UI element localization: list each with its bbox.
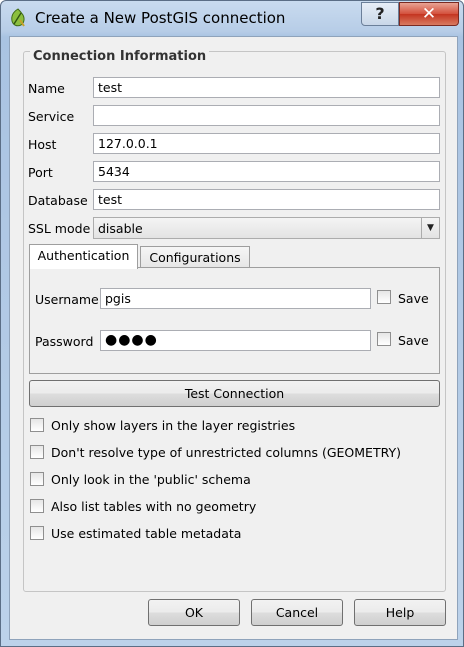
tab-authentication[interactable]: Authentication bbox=[29, 244, 138, 269]
option-label: Also list tables with no geometry bbox=[51, 499, 257, 514]
dialog-body: Connection Information Name test Service… bbox=[9, 36, 458, 640]
option-checkbox[interactable] bbox=[30, 418, 44, 432]
option-label: Don't resolve type of unrestricted colum… bbox=[51, 445, 401, 460]
test-connection-button[interactable]: Test Connection bbox=[29, 380, 440, 407]
save-username-checkbox[interactable] bbox=[377, 290, 391, 304]
option-label: Only look in the 'public' schema bbox=[51, 472, 251, 487]
window-title: Create a New PostGIS connection bbox=[35, 9, 286, 27]
save-username-label: Save bbox=[398, 291, 429, 306]
cancel-button[interactable]: Cancel bbox=[251, 599, 343, 626]
option-label: Only show layers in the layer registries bbox=[51, 418, 296, 433]
name-field[interactable]: test bbox=[93, 77, 440, 98]
port-field[interactable]: 5434 bbox=[93, 161, 440, 182]
host-field[interactable]: 127.0.0.1 bbox=[93, 133, 440, 154]
host-label: Host bbox=[28, 137, 57, 152]
port-label: Port bbox=[28, 165, 53, 180]
title-help-button[interactable]: ? bbox=[361, 2, 399, 26]
help-button[interactable]: Help bbox=[354, 599, 446, 626]
ok-button[interactable]: OK bbox=[148, 599, 240, 626]
option-checkbox[interactable] bbox=[30, 499, 44, 513]
password-label: Password bbox=[35, 334, 94, 349]
auth-tab-panel bbox=[29, 267, 440, 374]
save-password-label: Save bbox=[398, 333, 429, 348]
close-button[interactable]: ✕ bbox=[399, 2, 459, 26]
username-label: Username bbox=[35, 292, 99, 307]
database-label: Database bbox=[28, 193, 88, 208]
save-password-checkbox[interactable] bbox=[377, 332, 391, 346]
name-label: Name bbox=[28, 81, 65, 96]
option-label: Use estimated table metadata bbox=[51, 526, 242, 541]
username-field[interactable]: pgis bbox=[100, 288, 371, 309]
ssl-mode-select[interactable]: disable ▼ bbox=[93, 217, 440, 239]
database-field[interactable]: test bbox=[93, 189, 440, 210]
password-field[interactable]: ●●●● bbox=[100, 330, 371, 351]
qgis-icon bbox=[11, 8, 25, 27]
service-label: Service bbox=[28, 109, 75, 124]
chevron-down-icon[interactable]: ▼ bbox=[421, 218, 439, 238]
ssl-mode-label: SSL mode bbox=[28, 221, 91, 236]
option-checkbox[interactable] bbox=[30, 526, 44, 540]
option-checkbox[interactable] bbox=[30, 472, 44, 486]
dialog-window: Create a New PostGIS connection ? ✕ Conn… bbox=[0, 0, 464, 647]
ssl-mode-value: disable bbox=[98, 221, 143, 236]
title-bar: Create a New PostGIS connection ? ✕ bbox=[1, 1, 463, 37]
service-field[interactable] bbox=[93, 105, 440, 126]
option-checkbox[interactable] bbox=[30, 445, 44, 459]
group-title: Connection Information bbox=[30, 49, 210, 64]
